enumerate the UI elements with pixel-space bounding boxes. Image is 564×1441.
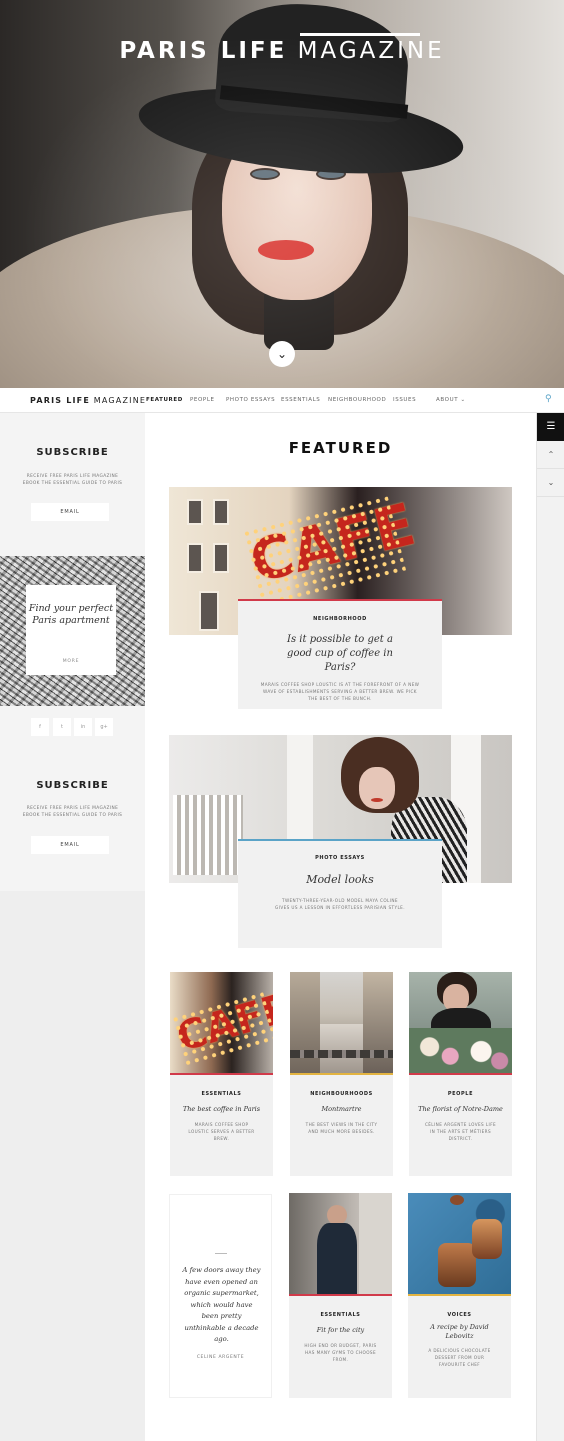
chevron-down-icon: ⌄	[460, 397, 466, 403]
quote-text: A few doors away they have even opened a…	[182, 1266, 261, 1343]
nav-item-about-label: ABOUT	[436, 397, 459, 403]
article-desc: MARAIS COFFEE SHOP LOUSTIC IS AT THE FOR…	[260, 682, 420, 701]
nav-item-issues[interactable]: ISSUES	[393, 397, 416, 403]
hero-title-light: MAGAZINE	[297, 38, 445, 64]
side-rail: ☰ ⌃ ⌄	[536, 413, 564, 1441]
hero-title-bold: PARIS LIFE	[119, 38, 288, 64]
article-image-street	[290, 972, 393, 1075]
search-icon[interactable]: ⚲	[545, 394, 557, 406]
article-category: NEIGHBORHOOD	[313, 616, 367, 622]
article-card-small[interactable]: NEIGHBOURHOODS Montmartre THE BEST VIEWS…	[290, 972, 393, 1176]
article-headline[interactable]: Is it possible to get a good cup of coff…	[274, 633, 406, 675]
article-card[interactable]: NEIGHBORHOOD Is it possible to get a goo…	[238, 599, 442, 709]
subscribe-text: RECEIVE FREE PARIS LIFE MAGAZINE EBOOK T…	[22, 806, 123, 818]
quote-author: CELINE ARGENTE	[196, 1355, 245, 1360]
article-image-gym	[289, 1193, 392, 1296]
email-button[interactable]: EMAIL	[31, 503, 109, 521]
nav-logo-light: MAGAZINE	[93, 396, 147, 405]
title-accent-bar	[300, 33, 420, 36]
nav-item-essentials[interactable]: ESSENTIALS	[281, 397, 320, 403]
article-headline[interactable]: The best coffee in Paris	[170, 1105, 273, 1113]
article-card-small[interactable]: ESSENTIALS Fit for the city HIGH END OR …	[289, 1193, 392, 1398]
main-content: FEATURED CAFE NEIGHBORHOOD Is it possibl…	[145, 413, 536, 1441]
section-title: FEATURED	[288, 439, 393, 457]
category-accent-line	[238, 599, 442, 601]
subscribe-title: SUBSCRIBE	[36, 447, 109, 458]
model-face	[359, 767, 395, 809]
article-image-florist	[409, 972, 512, 1075]
email-button[interactable]: EMAIL	[31, 836, 109, 854]
article-desc: A DELICIOUS CHOCOLATE DESSERT FROM OUR F…	[428, 1348, 491, 1367]
chevron-up-icon[interactable]: ⌃	[537, 441, 564, 469]
nav-logo[interactable]: PARIS LIFE MAGAZINE	[30, 396, 146, 405]
article-category: VOICES	[447, 1312, 472, 1318]
quote-card: A few doors away they have even opened a…	[169, 1194, 272, 1398]
promo-text: Find your perfect Paris apartment	[28, 603, 114, 626]
chevron-down-icon: ⌄	[276, 347, 288, 361]
promo-card[interactable]: Find your perfect Paris apartment MORE	[26, 585, 116, 675]
article-desc: MARAIS COFFEE SHOP LOUSTIC SERVES A BETT…	[188, 1122, 255, 1141]
article-desc: THE BEST VIEWS IN THE CITY AND MUCH MORE…	[305, 1122, 378, 1134]
article-headline[interactable]: A recipe by David Lebovitz	[424, 1323, 495, 1340]
article-card-small[interactable]: CAFE ESSENTIALS The best coffee in Paris…	[170, 972, 273, 1176]
sidebar: SUBSCRIBE RECEIVE FREE PARIS LIFE MAGAZI…	[0, 413, 145, 1441]
hamburger-icon[interactable]: ☰	[537, 413, 564, 441]
article-card-small[interactable]: VOICES A recipe by David Lebovitz A DELI…	[408, 1193, 511, 1398]
article-headline[interactable]: Montmartre	[290, 1105, 393, 1113]
facebook-icon[interactable]: f	[31, 718, 49, 736]
scroll-down-button[interactable]: ⌄	[269, 341, 295, 367]
article-desc: CÉLINE ARGENTE LOVES LIFE IN THE ARTS ET…	[424, 1122, 497, 1141]
paris-map-promo[interactable]: Find your perfect Paris apartment MORE	[0, 556, 145, 706]
subscribe-title: SUBSCRIBE	[36, 780, 109, 791]
article-headline[interactable]: Model looks	[238, 873, 442, 886]
article-category: PEOPLE	[447, 1091, 474, 1097]
article-desc: HIGH END OR BUDGET, PARIS HAS MANY GYMS …	[304, 1343, 377, 1362]
nav-item-neighbourhood[interactable]: NEIGHBOURHOOD	[328, 397, 386, 403]
article-card[interactable]: PHOTO ESSAYS Model looks TWENTY-THREE-YE…	[238, 839, 442, 948]
social-and-subscribe-box: f t in g+ SUBSCRIBE RECEIVE FREE PARIS L…	[0, 706, 145, 891]
google-plus-icon[interactable]: g+	[95, 718, 113, 736]
article-category: PHOTO ESSAYS	[315, 855, 365, 861]
nav-item-about[interactable]: ABOUT ⌄	[436, 397, 466, 403]
article-category: NEIGHBOURHOODS	[310, 1091, 373, 1097]
article-headline[interactable]: Fit for the city	[289, 1326, 392, 1334]
nav-item-people[interactable]: PEOPLE	[190, 397, 215, 403]
article-image-recipe	[408, 1193, 511, 1296]
nav-logo-bold: PARIS LIFE	[30, 396, 91, 405]
article-desc: TWENTY-THREE-YEAR-OLD MODEL MAYA COLINE …	[275, 898, 405, 910]
nav-item-featured[interactable]: FEATURED	[146, 397, 183, 403]
twitter-icon[interactable]: t	[53, 718, 71, 736]
subscribe-box: SUBSCRIBE RECEIVE FREE PARIS LIFE MAGAZI…	[0, 413, 145, 556]
linkedin-icon[interactable]: in	[74, 718, 92, 736]
chevron-down-icon[interactable]: ⌄	[537, 469, 564, 497]
hero-title: PARIS LIFE MAGAZINE	[0, 33, 564, 64]
main-nav: PARIS LIFE MAGAZINE FEATURED PEOPLE PHOT…	[0, 388, 564, 413]
subscribe-text: RECEIVE FREE PARIS LIFE MAGAZINE EBOOK T…	[22, 474, 123, 486]
article-card-small[interactable]: PEOPLE The florist of Notre-Dame CÉLINE …	[409, 972, 512, 1176]
article-image-cafe-small: CAFE	[170, 972, 273, 1075]
nav-item-photo-essays[interactable]: PHOTO ESSAYS	[226, 397, 275, 403]
article-headline[interactable]: The florist of Notre-Dame	[409, 1105, 512, 1113]
category-accent-line	[238, 839, 442, 841]
promo-more-link[interactable]: MORE	[26, 659, 116, 664]
article-category: ESSENTIALS	[201, 1091, 242, 1097]
quote-divider	[215, 1253, 227, 1254]
hero-banner: PARIS LIFE MAGAZINE ⌄	[0, 0, 564, 388]
article-category: ESSENTIALS	[320, 1312, 361, 1318]
